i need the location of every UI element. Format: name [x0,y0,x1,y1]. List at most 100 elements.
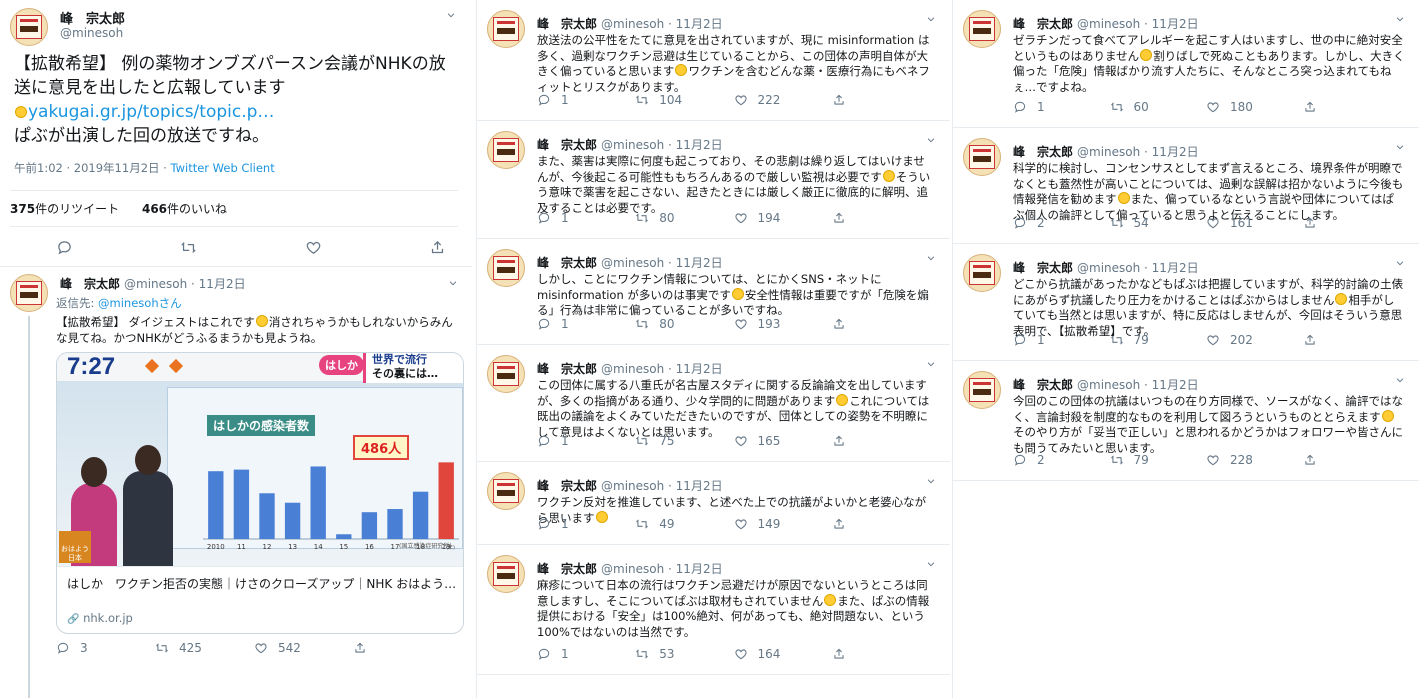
tweet-meta[interactable]: @minesoh · 11月2日 [1077,17,1199,31]
retweet-button[interactable]: 425 [155,641,254,655]
retweet-icon[interactable] [180,239,197,256]
avatar[interactable] [487,355,525,393]
chevron-down-icon[interactable] [926,476,936,486]
retweet-button[interactable]: 80 [635,317,733,331]
retweet-button[interactable]: 80 [635,211,733,225]
tweet-meta[interactable]: @minesoh · 11月2日 [601,562,723,576]
share-button[interactable] [832,317,930,331]
author-name[interactable]: 峰 宗太郎 [537,479,597,493]
chevron-down-icon[interactable] [1395,14,1405,24]
card-image[interactable]: 7:27 はしか 世界で流行 その裏には… はしかの感染者数 486人 2010 1… [57,353,463,566]
chevron-down-icon[interactable] [448,278,458,288]
reply-button[interactable]: 2 [1013,216,1110,230]
author-name[interactable]: 峰 宗太郎 [1013,17,1073,31]
share-button[interactable] [832,517,930,531]
reply-button[interactable]: 1 [1013,333,1110,347]
reply-button[interactable]: 1 [1013,100,1110,114]
avatar[interactable] [10,274,48,312]
reply-button[interactable]: 1 [537,211,635,225]
author-name[interactable]: 峰 宗太郎 [60,277,120,291]
tweet[interactable]: 峰 宗太郎 @minesoh · 11月2日 この団体に属する八重氏が名古屋スタディ… [477,345,950,462]
tweet-meta[interactable]: @minesoh · 11月2日 [601,138,723,152]
chevron-down-icon[interactable] [446,10,456,20]
avatar[interactable] [487,555,525,593]
like-button[interactable]: 222 [734,93,832,107]
avatar[interactable] [963,138,1001,176]
share-button[interactable] [832,647,930,661]
tweet[interactable]: 峰 宗太郎 @minesoh · 11月2日 しかし、ことにワクチン情報については、… [477,239,950,345]
author-name[interactable]: 峰 宗太郎 [537,256,597,270]
share-button[interactable] [1303,216,1400,230]
tweet-meta[interactable]: @minesoh · 11月2日 [1077,145,1199,159]
share-button[interactable] [1303,333,1400,347]
retweet-button[interactable]: 49 [635,517,733,531]
reply-button[interactable]: 1 [537,317,635,331]
tweet-meta[interactable]: @minesoh · 11月2日 [1077,261,1199,275]
tweet-meta[interactable]: @minesoh · 11月2日 [601,362,723,376]
tweet-meta[interactable]: @minesoh · 11月2日 [124,277,246,291]
avatar[interactable] [487,472,525,510]
avatar[interactable] [10,8,48,46]
tweet[interactable]: 峰 宗太郎 @minesoh · 11月2日 ゼラチンだって食べてアレルギーを起こす… [953,0,1419,128]
retweet-button[interactable]: 104 [635,93,733,107]
tweet[interactable]: 峰 宗太郎 @minesoh · 11月2日 科学的に検討し、コンセンサスとしてまず… [953,128,1419,244]
likes-stat[interactable]: 466件のいいね [142,202,227,216]
like-button[interactable]: 542 [254,641,353,655]
avatar[interactable] [487,131,525,169]
like-button[interactable]: 194 [734,211,832,225]
retweet-button[interactable]: 53 [635,647,733,661]
share-button[interactable] [1303,100,1400,114]
card-url[interactable]: 🔗 nhk.or.jp [67,611,133,625]
reply-button[interactable]: 1 [537,517,635,531]
author-name[interactable]: 峰 宗太郎 [537,562,597,576]
retweet-button[interactable]: 79 [1110,453,1207,467]
tweet[interactable]: 峰 宗太郎 @minesoh · 11月2日 また、薬害は実際に何度も起こっており、… [477,121,950,239]
chevron-down-icon[interactable] [926,359,936,369]
avatar[interactable] [963,371,1001,409]
share-button[interactable] [1303,453,1400,467]
tweet-meta[interactable]: @minesoh · 11月2日 [601,256,723,270]
chevron-down-icon[interactable] [1395,258,1405,268]
author-name[interactable]: 峰 宗太郎 [1013,378,1073,392]
retweet-button[interactable]: 79 [1110,333,1207,347]
tweet[interactable]: 峰 宗太郎 @minesoh · 11月2日 今回のこの団体の抗議はいつもの在り方同… [953,361,1419,481]
like-button[interactable]: 149 [734,517,832,531]
share-button[interactable] [832,93,930,107]
retweet-button[interactable]: 60 [1110,100,1207,114]
like-button[interactable]: 161 [1206,216,1303,230]
share-button[interactable] [353,641,452,655]
like-button[interactable]: 164 [734,647,832,661]
avatar[interactable] [487,10,525,48]
tweet-meta[interactable]: @minesoh · 11月2日 [1077,378,1199,392]
tweet-meta[interactable]: @minesoh · 11月2日 [601,17,723,31]
author-name[interactable]: 峰 宗太郎 [537,17,597,31]
like-button[interactable]: 228 [1206,453,1303,467]
tweet-client[interactable]: Twitter Web Client [170,161,274,175]
reply-button[interactable]: 1 [537,93,635,107]
main-tweet-link[interactable]: yakugai.gr.jp/topics/topic.p… [28,102,274,122]
like-icon[interactable] [305,239,322,256]
author-name[interactable]: 峰 宗太郎 [60,8,125,27]
author-name[interactable]: 峰 宗太郎 [537,362,597,376]
like-button[interactable]: 193 [734,317,832,331]
tweet[interactable]: 峰 宗太郎 @minesoh · 11月2日 ワクチン反対を推進しています、と述べた… [477,462,950,545]
author-name[interactable]: 峰 宗太郎 [537,138,597,152]
reply-button[interactable]: 1 [537,647,635,661]
avatar[interactable] [963,254,1001,292]
chevron-down-icon[interactable] [1395,142,1405,152]
reply-button[interactable]: 1 [537,434,635,448]
reply-to-handle[interactable]: @minesohさん [98,296,182,310]
tweet[interactable]: 峰 宗太郎 @minesoh · 11月2日 どこから抗議があったかなどもぱぶは把握… [953,244,1419,361]
avatar[interactable] [963,10,1001,48]
avatar[interactable] [487,249,525,287]
retweets-stat[interactable]: 375件のリツイート [10,202,119,216]
card-title[interactable]: はしか ワクチン拒否の実態｜けさのクローズアップ｜NHK おはよう… [67,575,456,592]
retweet-button[interactable]: 75 [635,434,733,448]
chevron-down-icon[interactable] [926,14,936,24]
retweet-button[interactable]: 54 [1110,216,1207,230]
like-button[interactable]: 202 [1206,333,1303,347]
reply-button[interactable]: 3 [56,641,155,655]
like-button[interactable]: 165 [734,434,832,448]
chevron-down-icon[interactable] [926,559,936,569]
chevron-down-icon[interactable] [1395,375,1405,385]
